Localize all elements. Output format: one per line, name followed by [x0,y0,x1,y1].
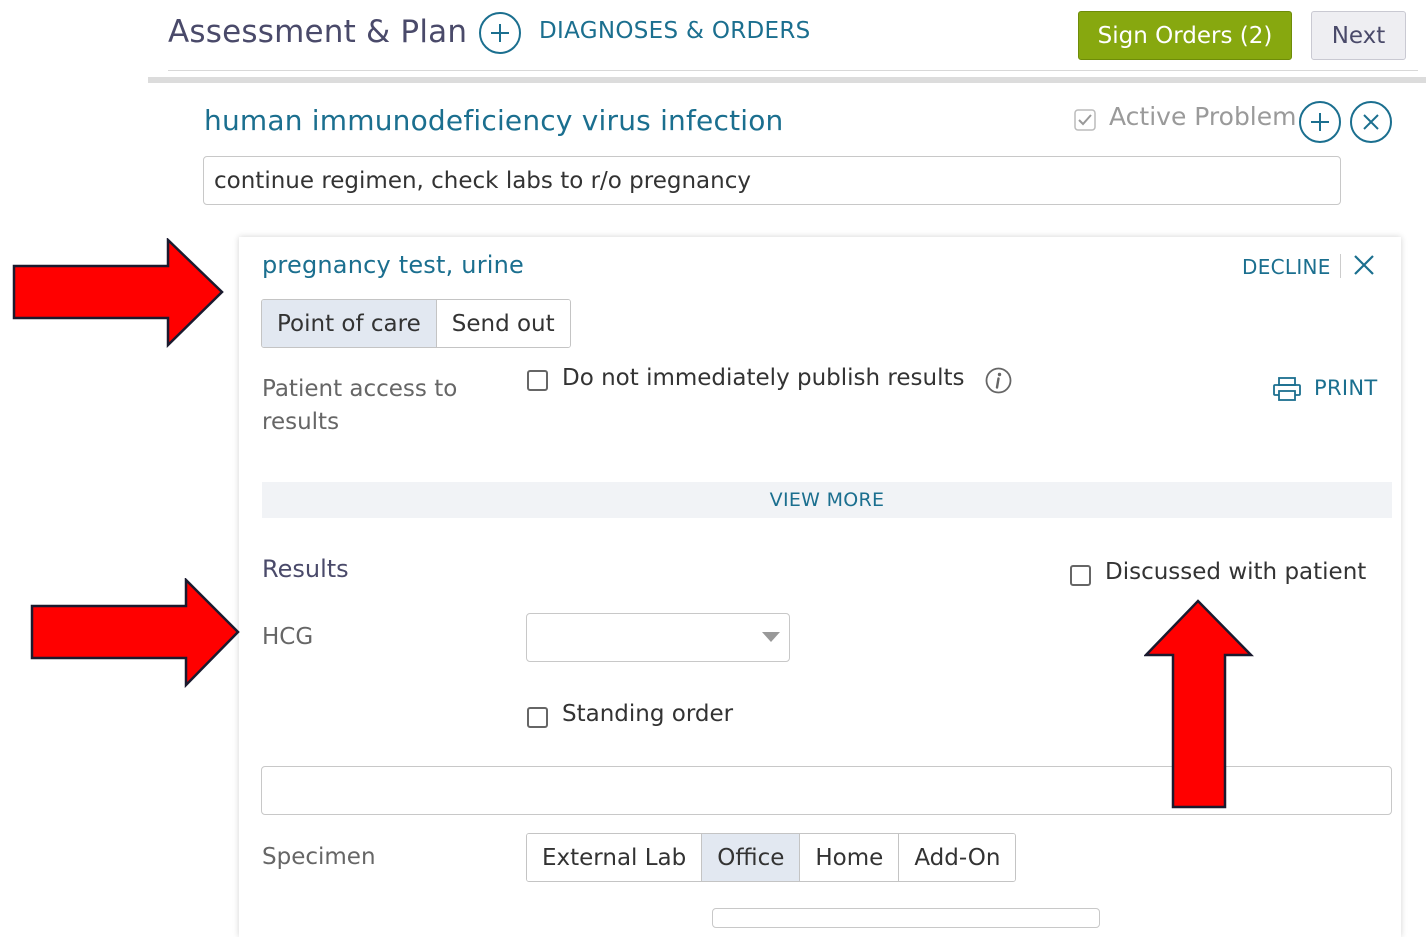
section-divider [148,77,1426,83]
close-icon [1354,255,1374,275]
active-problem-checkbox[interactable] [1074,109,1096,131]
standing-order-label: Standing order [562,701,734,727]
publish-checkbox[interactable] [527,370,548,391]
publish-label: Do not immediately publish results [562,365,965,391]
specimen-label: Specimen [262,844,376,870]
view-more-button[interactable]: VIEW MORE [262,482,1392,518]
problem-note-input[interactable] [203,156,1341,205]
add-circle-icon [1311,113,1329,131]
decline-button[interactable]: DECLINE [1242,255,1331,279]
print-button[interactable]: PRINT [1314,376,1378,400]
patient-access-label: Patient access to results [262,376,458,435]
red-arrow-right-order [12,238,224,348]
header-divider [168,70,1418,71]
specimen-option-home[interactable]: Home [800,834,900,881]
sign-orders-button[interactable]: Sign Orders (2) [1078,11,1292,60]
info-icon[interactable] [985,367,1012,394]
location-option-point-of-care[interactable]: Point of care [262,300,437,347]
results-heading: Results [262,555,349,583]
active-problem-label: Active Problem [1109,102,1297,131]
discussed-checkbox[interactable] [1070,565,1091,586]
next-button[interactable]: Next [1311,11,1406,60]
remove-problem-button[interactable] [1350,101,1392,143]
red-arrow-up-discussed [1144,599,1254,809]
checkmark-icon [1074,109,1096,131]
decline-separator [1340,254,1341,278]
location-option-send-out[interactable]: Send out [436,300,570,347]
specimen-segmented-control: External Lab Office Home Add-On [526,833,1017,882]
specimen-option-external-lab[interactable]: External Lab [527,834,703,881]
red-arrow-right-hcg [30,578,240,688]
hcg-label: HCG [262,624,314,650]
standing-order-checkbox[interactable] [527,707,548,728]
add-diagnosis-button[interactable] [479,12,521,54]
hcg-select[interactable] [526,613,790,662]
page-title: Assessment & Plan [168,14,468,50]
add-circle-icon [491,24,509,42]
order-title[interactable]: pregnancy test, urine [262,251,524,279]
close-order-button[interactable] [1353,254,1375,276]
specimen-detail-field[interactable] [712,908,1100,928]
discussed-label: Discussed with patient [1105,559,1367,585]
location-segmented-control: Point of care Send out [261,299,571,348]
chevron-down-icon [762,632,780,642]
problem-title[interactable]: human immunodeficiency virus infection [204,104,784,137]
add-order-button[interactable] [1299,101,1341,143]
specimen-option-add-on[interactable]: Add-On [899,834,1016,881]
close-circle-icon [1363,114,1379,130]
printer-icon[interactable] [1272,376,1302,402]
specimen-option-office[interactable]: Office [702,834,801,881]
diagnoses-orders-link[interactable]: DIAGNOSES & ORDERS [539,18,811,44]
